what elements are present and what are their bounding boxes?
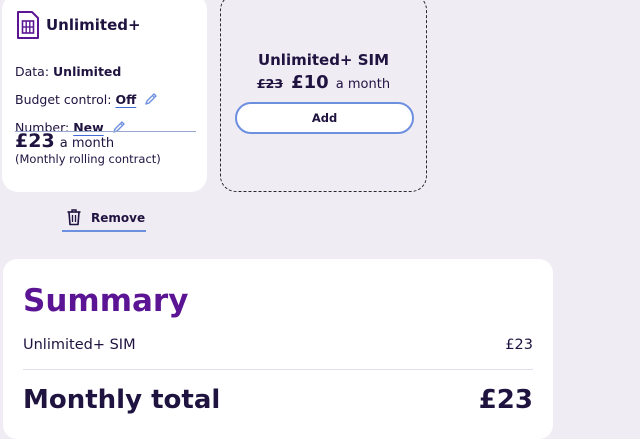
contract-note: (Monthly rolling contract) [15,152,161,166]
offer-new-price: £10 [291,72,329,93]
plan-card: Unlimited+ Data: Unlimited Budget contro… [2,0,207,192]
monthly-total-label: Monthly total [23,385,221,415]
offer-card: Unlimited+ SIM £23 £10 a month Add [220,0,427,192]
summary-item-label: Unlimited+ SIM [23,337,136,353]
offer-old-price: £23 [256,76,284,91]
budget-control-link[interactable]: Off [115,92,136,107]
data-row: Data: Unlimited [15,64,121,79]
plan-price-value: £23 [15,130,55,152]
plan-price: £23 a month [15,130,114,152]
offer-title: Unlimited+ SIM [257,51,390,69]
summary-divider [23,369,533,370]
remove-button[interactable]: Remove [62,206,146,232]
summary-item-value: £23 [505,337,533,353]
budget-label: Budget control: [15,92,116,107]
budget-control-row: Budget control: Off [15,91,159,107]
plan-name: Unlimited+ [46,16,141,34]
add-button[interactable]: Add [235,102,414,134]
offer-price: £23 £10 a month [221,72,426,93]
remove-label: Remove [91,211,146,225]
data-label: Data: [15,64,54,79]
data-value: Unlimited [53,64,122,79]
plan-price-unit: a month [59,136,115,151]
summary-card: Summary Unlimited+ SIM £23 Monthly total… [3,259,553,439]
offer-price-unit: a month [335,77,391,92]
trash-icon [67,209,81,226]
sim-card-icon [17,11,39,39]
monthly-total-value: £23 [478,385,533,415]
summary-title: Summary [23,283,189,319]
pencil-icon[interactable] [143,91,159,107]
